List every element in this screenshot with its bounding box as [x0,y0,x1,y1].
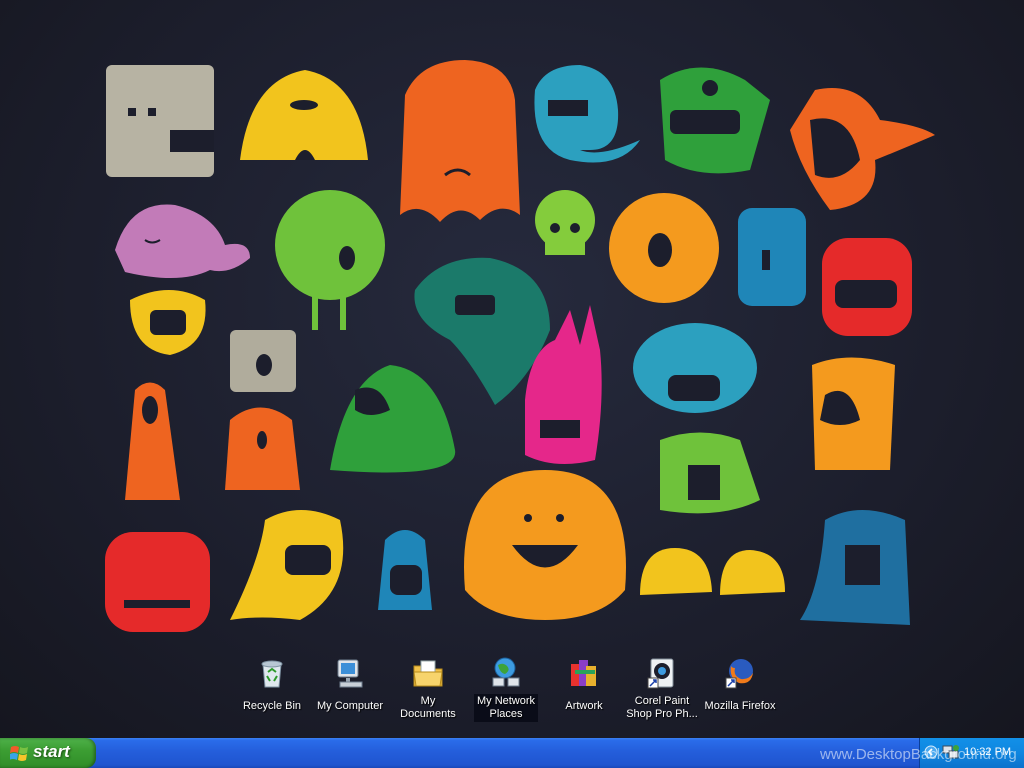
green-tree-monster [275,190,385,330]
my-computer-icon [337,659,363,688]
blue-crab-monster [633,323,757,413]
watermark-text: www.DesktopBackground.org [820,746,1017,763]
desktop-icon-artwork[interactable]: Artwork [546,656,622,714]
desktop-icon-recycle-bin[interactable]: Recycle Bin [234,656,310,714]
desktop-icon-network-places[interactable]: My Network Places [468,656,544,722]
desktop[interactable]: Recycle Bin My Computer My Documents My … [0,0,1024,738]
desktop-icon-label: Corel Paint Shop Pro Ph... [626,695,698,720]
yellow-ghost [230,510,344,620]
orange-horned-monster [812,357,895,470]
desktop-icon-label: Recycle Bin [242,700,302,712]
monster-wallpaper [105,60,935,632]
red-big-monster [105,532,210,632]
yellow-crab-monster [130,290,206,355]
network-places-icon [492,657,520,687]
green-monster [660,67,770,174]
yellow-monster [240,70,368,160]
blue-bucket-monster [800,510,910,625]
orange-small-monster [225,407,300,490]
desktop-icon-label: My Documents [400,695,456,720]
desktop-icon-corel-paint-shop[interactable]: Corel Paint Shop Pro Ph... [624,656,700,722]
gray-monster [106,65,214,177]
desktop-icon-label: My Computer [316,700,384,712]
my-documents-icon [413,660,443,687]
desktop-icon-my-computer[interactable]: My Computer [312,656,388,714]
firefox-icon [725,659,753,689]
start-label: start [33,742,70,761]
recycle-bin-icon [261,660,283,688]
blue-monster [534,65,640,163]
desktop-icon-my-documents[interactable]: My Documents [390,656,466,722]
green-octopus-monster [660,432,760,514]
corel-paint-shop-icon [647,658,674,689]
blue-alien-monster [378,530,432,610]
blue-box-monster [738,208,806,306]
orange-roaring-monster [790,88,935,210]
start-button[interactable]: start [0,738,96,768]
red-monster [822,238,912,336]
orange-smiling-monster [464,470,626,620]
orange-ghost [400,60,520,222]
orange-tall-monster [125,382,180,500]
yellow-worm-monsters [640,548,785,595]
pink-ghost [115,204,250,279]
desktop-icon-firefox[interactable]: Mozilla Firefox [702,656,778,714]
gray-small-monster [230,330,296,392]
green-skull-monster [535,190,595,255]
desktop-icon-label: Artwork [565,700,603,712]
desktop-icon-label: Mozilla Firefox [704,700,776,712]
green-bird-monster [330,365,456,473]
windows-logo-icon [10,746,28,761]
artwork-icon [571,660,596,686]
desktop-icon-label: My Network Places [474,694,538,722]
orange-donut-monster [609,193,719,303]
